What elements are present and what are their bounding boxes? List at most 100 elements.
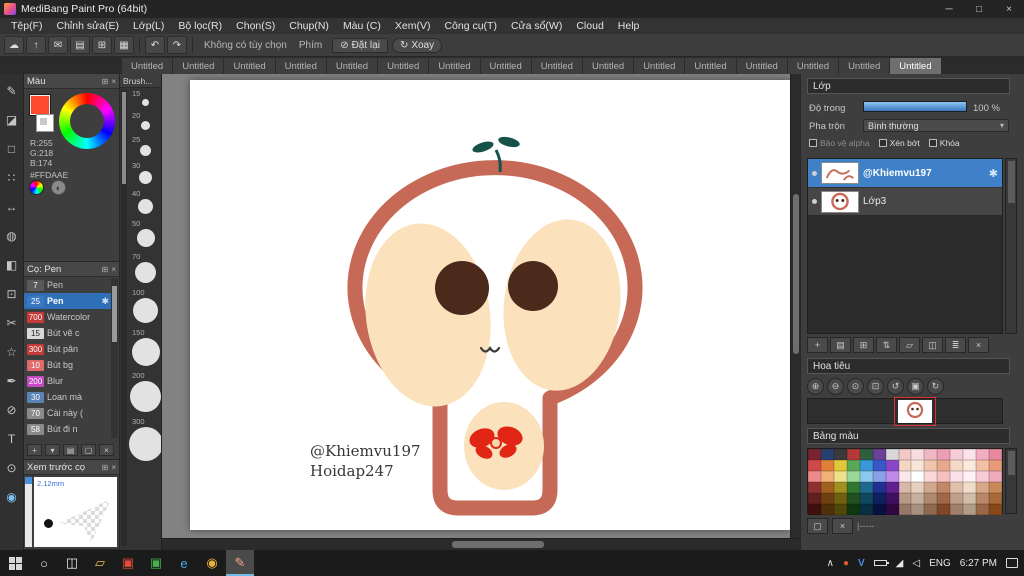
palette-swatch[interactable] [898,449,912,460]
background-color-swatch[interactable] [36,114,54,132]
palette-swatch[interactable] [976,493,990,504]
palette-swatch[interactable] [833,460,847,471]
palette-swatch[interactable] [963,471,977,482]
drawing-canvas[interactable]: @Khiemvu197 Hoidap247 [190,80,790,530]
palette-swatch[interactable] [808,504,821,515]
palette-swatch[interactable] [976,471,990,482]
new-layer-button[interactable]: + [807,337,828,353]
layer-visibility-icon[interactable] [812,170,817,176]
close-icon[interactable]: × [111,77,116,86]
brush-size-option[interactable]: 200 [129,372,161,412]
document-tab[interactable]: Untitled [890,58,942,74]
palette-swatch[interactable] [898,471,912,482]
palette-swatch[interactable] [885,504,899,515]
cloud-icon[interactable]: ☁ [4,36,24,54]
palette-swatch[interactable] [976,449,990,460]
palette-swatch[interactable] [976,482,990,493]
rotate-right-button[interactable]: ↻ [927,378,944,395]
new-folder-button[interactable]: ▤ [830,337,851,353]
menu-item[interactable]: Chụp(N) [282,20,336,32]
opacity-slider[interactable] [863,101,967,112]
palette-swatch[interactable] [859,504,873,515]
brush-item[interactable]: 70 Cài này ( [24,405,112,421]
brush-item[interactable]: 58 Bút đi n [24,421,112,437]
palette-swatch[interactable] [924,460,938,471]
palette-swatch[interactable] [808,471,821,482]
palette-swatch[interactable] [833,482,847,493]
fill-tool[interactable]: ◍ [1,221,23,250]
hand-tool[interactable]: ◉ [1,482,23,511]
palette-swatch[interactable] [885,449,899,460]
minimize-button[interactable]: ─ [934,0,964,18]
palette-swatch[interactable] [833,449,847,460]
text-tool[interactable]: T [1,424,23,453]
palette-swatch[interactable] [937,449,951,460]
gradient-tool[interactable]: ◧ [1,250,23,279]
navigator-view[interactable] [807,397,1003,426]
chrome-browser-button[interactable]: ◉ [198,550,226,576]
palette-swatch[interactable] [885,471,899,482]
move-tool[interactable]: ↔ [1,192,23,221]
fit-button[interactable]: ⊡ [867,378,884,395]
palette-swatch[interactable] [808,460,821,471]
gear-icon[interactable]: ✱ [989,167,998,180]
document-tab[interactable]: Untitled [480,58,532,74]
palette-swatch[interactable] [937,482,951,493]
palette-swatch[interactable] [911,482,925,493]
zoom-reset-button[interactable]: ⊙ [847,378,864,395]
popout-icon[interactable]: ⊞ [102,265,109,274]
palette-swatch[interactable] [872,482,886,493]
zoom-in-button[interactable]: ⊕ [807,378,824,395]
palette-swatch[interactable] [989,493,1002,504]
brush-menu-button[interactable]: ▾ [45,444,60,456]
palette-swatch[interactable] [989,471,1002,482]
menu-item[interactable]: Chọn(S) [229,20,282,32]
palette-swatch[interactable] [833,471,847,482]
palette-swatch[interactable] [911,504,925,515]
brush-size-option[interactable]: 300 [128,418,161,461]
popout-icon[interactable]: ⊞ [102,463,109,472]
brush-size-option[interactable]: 70 [129,253,161,283]
palette-swatch[interactable] [950,471,964,482]
redo-button[interactable]: ↷ [167,36,187,54]
document-tab[interactable]: Untitled [173,58,225,74]
popout-icon[interactable]: ⊞ [102,77,109,86]
brush-size-option[interactable]: 25 [129,136,161,156]
language-indicator[interactable]: ENG [929,558,951,569]
navigator-view-rect[interactable] [894,397,936,426]
reset-button[interactable]: ⊘ Đặt lại [332,37,388,53]
document-tab[interactable]: Untitled [634,58,686,74]
palette-swatch[interactable] [859,482,873,493]
palette-swatch[interactable] [937,460,951,471]
color-wheel-mode-button[interactable] [29,180,44,195]
document-tab[interactable]: Untitled [122,58,174,74]
palette-swatch[interactable] [808,493,821,504]
app-red-button[interactable]: ▣ [114,550,142,576]
menu-item[interactable]: Công cụ(T) [437,20,504,32]
foreground-color-swatch[interactable] [30,95,50,115]
palette-swatch[interactable] [846,460,860,471]
palette-swatch[interactable] [820,482,834,493]
document-tab[interactable]: Untitled [839,58,891,74]
medibang-paint-button[interactable]: ✎ [226,550,254,576]
palette-swatch[interactable] [859,449,873,460]
palette-swatch[interactable] [872,493,886,504]
delete-palette-color-button[interactable]: × [832,518,853,534]
eraser-tool[interactable]: ◪ [1,105,23,134]
document-tab[interactable]: Untitled [326,58,379,74]
comment-icon[interactable]: ✉ [48,36,68,54]
palette-swatch[interactable] [963,460,977,471]
palette-swatch[interactable] [885,460,899,471]
brush-item[interactable]: 30 Loan mà [24,389,112,405]
color-slider-mode-button[interactable]: ◐ [51,180,66,195]
maximize-button[interactable]: □ [964,0,994,18]
grid-icon[interactable]: ⊞ [92,36,112,54]
app-green-button[interactable]: ▣ [142,550,170,576]
document-tab[interactable]: Untitled [275,58,327,74]
palette-swatch[interactable] [924,471,938,482]
menu-item[interactable]: Xem(V) [388,20,438,32]
layer-row[interactable]: Lớp3 [808,187,1002,215]
palette-swatch[interactable] [924,449,938,460]
palette-swatch[interactable] [885,482,899,493]
palette-swatch[interactable] [859,493,873,504]
